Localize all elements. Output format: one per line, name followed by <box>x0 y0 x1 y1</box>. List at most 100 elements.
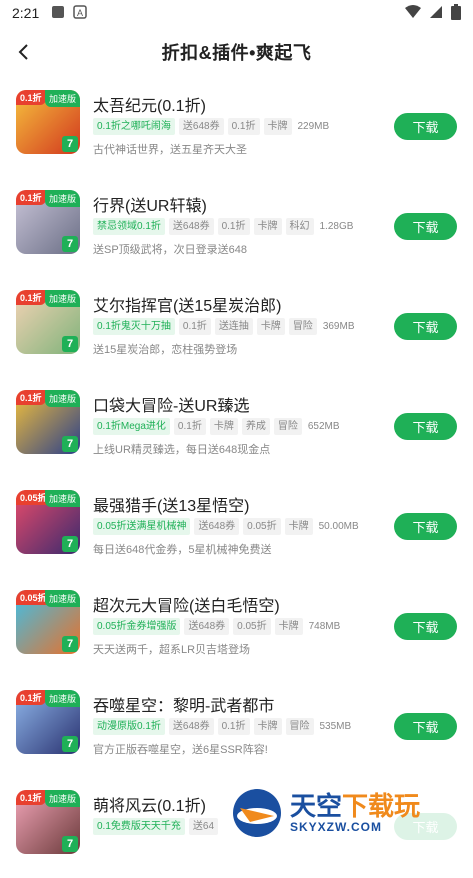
tag-row: 0.1折Mega进化 0.1折 卡牌 养成 冒险 652MB <box>93 418 340 435</box>
list-item[interactable]: 0.05折 加速版 7 超次元大冒险(送白毛悟空) 0.05折金券增强版 送648… <box>0 578 473 678</box>
tag: 送连抽 <box>214 318 253 335</box>
speed-badge: 加速版 <box>44 690 80 707</box>
file-size: 748MB <box>308 621 341 632</box>
game-icon[interactable]: 0.1折 加速版 7 <box>16 690 80 754</box>
feature-tag: 0.1折Mega进化 <box>93 418 170 435</box>
tag: 0.1折 <box>217 218 250 235</box>
game-name[interactable]: 最强猎手(送13星悟空) <box>93 492 249 516</box>
feature-tag: 0.1折鬼灭十万抽 <box>93 318 175 335</box>
site-logo-icon <box>233 789 281 837</box>
download-button[interactable]: 下载 <box>394 113 457 140</box>
list-item[interactable]: 0.1折 加速版 7 太吾纪元(0.1折) 0.1折之哪吒闹海 送648券 0.1折… <box>0 78 473 178</box>
tag: 卡牌 <box>253 718 282 735</box>
feature-tag: 0.05折金券增强版 <box>93 618 181 635</box>
status-bar: 2:21 A <box>0 0 473 26</box>
tag: 0.05折 <box>233 618 271 635</box>
download-button[interactable]: 下载 <box>394 213 457 240</box>
file-size: 652MB <box>307 421 340 432</box>
game-name[interactable]: 超次元大冒险(送白毛悟空) <box>93 592 280 616</box>
game-name[interactable]: 萌将风云(0.1折) <box>93 792 206 816</box>
status-time: 2:21 <box>12 5 40 21</box>
tag: 送648券 <box>184 618 230 635</box>
notification-square-icon <box>51 5 65 22</box>
tag-row: 动漫原版0.1折 送648券 0.1折 卡牌 冒险 535MB <box>93 718 351 735</box>
badge-7-icon: 7 <box>62 536 78 552</box>
tag: 送64 <box>188 818 219 835</box>
game-icon[interactable]: 0.05折 加速版 7 <box>16 590 80 654</box>
feature-tag: 0.05折送满星机械神 <box>93 518 191 535</box>
list-item[interactable]: 0.1折 加速版 7 艾尔指挥官(送15星炭治郎) 0.1折鬼灭十万抽 0.1折送… <box>0 278 473 378</box>
list-item[interactable]: 0.1折 加速版 7 吞噬星空：黎明-武者都市 动漫原版0.1折 送648券 0.1… <box>0 678 473 778</box>
list-item[interactable]: 0.1折 加速版 7 行界(送UR轩辕) 禁忌领域0.1折 送648券 0.1折 卡牌… <box>0 178 473 278</box>
page-title: 折扣&插件•爽起飞 <box>161 43 312 63</box>
tag-row: 0.05折送满星机械神 送648券 0.05折 卡牌 50.00MB <box>93 518 359 535</box>
list-item[interactable]: 0.05折 加速版 7 最强猎手(送13星悟空) 0.05折送满星机械神 送648… <box>0 478 473 578</box>
tag: 0.1折 <box>217 718 250 735</box>
tag: 送648券 <box>168 218 214 235</box>
download-button[interactable]: 下载 <box>394 313 457 340</box>
game-icon[interactable]: 0.05折 加速版 7 <box>16 490 80 554</box>
tag: 0.05折 <box>243 518 281 535</box>
svg-text:A: A <box>77 8 83 18</box>
badge-7-icon: 7 <box>62 236 78 252</box>
tag: 卡牌 <box>253 218 282 235</box>
badge-7-icon: 7 <box>62 836 78 852</box>
discount-badge: 0.1折 <box>16 790 46 805</box>
game-icon[interactable]: 0.1折 加速版 7 <box>16 390 80 454</box>
file-size: 1.28GB <box>319 221 354 232</box>
tag-row: 0.1折鬼灭十万抽 0.1折 送连抽 卡牌 冒险 369MB <box>93 318 355 335</box>
tag: 送648券 <box>194 518 240 535</box>
tag: 0.1折 <box>227 118 260 135</box>
list-item[interactable]: 0.1折 加速版 7 口袋大冒险-送UR臻选 0.1折Mega进化 0.1折 卡牌养… <box>0 378 473 478</box>
signal-icon <box>429 5 443 22</box>
tag-row: 0.05折金券增强版 送648券 0.05折 卡牌 748MB <box>93 618 340 635</box>
battery-icon <box>451 3 461 23</box>
game-name[interactable]: 艾尔指挥官(送15星炭治郎) <box>93 292 281 316</box>
feature-tag: 0.1折之哪吒闹海 <box>93 118 175 135</box>
page-header: 折扣&插件•爽起飞 <box>0 26 473 78</box>
tag: 卡牌 <box>209 418 238 435</box>
discount-badge: 0.1折 <box>16 390 46 405</box>
tag: 送648券 <box>168 718 214 735</box>
speed-badge: 加速版 <box>44 290 80 307</box>
tag: 卡牌 <box>284 518 313 535</box>
game-name[interactable]: 口袋大冒险-送UR臻选 <box>93 392 249 416</box>
game-icon[interactable]: 0.1折 加速版 7 <box>16 290 80 354</box>
download-button[interactable]: 下载 <box>394 713 457 740</box>
tag: 冒险 <box>285 718 314 735</box>
game-description: 送SP顶级武将，次日登录送648 <box>93 244 248 256</box>
badge-7-icon: 7 <box>62 636 78 652</box>
file-size: 369MB <box>322 321 355 332</box>
game-name[interactable]: 行界(送UR轩辕) <box>93 192 207 216</box>
file-size: 229MB <box>297 121 330 132</box>
discount-badge: 0.1折 <box>16 690 46 705</box>
game-name[interactable]: 吞噬星空：黎明-武者都市 <box>93 692 274 716</box>
game-icon[interactable]: 0.1折 加速版 7 <box>16 790 80 854</box>
tag: 卡牌 <box>263 118 292 135</box>
speed-badge: 加速版 <box>44 190 80 207</box>
tag: 送648券 <box>178 118 224 135</box>
speed-badge: 加速版 <box>44 90 80 107</box>
wifi-icon <box>405 4 421 22</box>
download-button[interactable]: 下载 <box>394 413 457 440</box>
download-button[interactable]: 下载 <box>394 513 457 540</box>
game-list: 0.1折 加速版 7 太吾纪元(0.1折) 0.1折之哪吒闹海 送648券 0.1折… <box>0 78 473 878</box>
badge-7-icon: 7 <box>62 336 78 352</box>
feature-tag: 禁忌领域0.1折 <box>93 218 165 235</box>
speed-badge: 加速版 <box>44 590 80 607</box>
feature-tag: 动漫原版0.1折 <box>93 718 165 735</box>
speed-badge: 加速版 <box>44 790 80 807</box>
watermark: 天空下载玩 SKYXZW.COM <box>230 784 473 842</box>
game-icon[interactable]: 0.1折 加速版 7 <box>16 190 80 254</box>
chevron-left-icon <box>18 44 28 60</box>
badge-7-icon: 7 <box>62 136 78 152</box>
game-description: 每日送648代金券，5星机械神免费送 <box>93 544 272 556</box>
back-button[interactable] <box>10 38 38 66</box>
download-button[interactable]: 下载 <box>394 613 457 640</box>
tag: 冒险 <box>288 318 317 335</box>
notification-a-icon: A <box>73 4 87 22</box>
file-size <box>222 818 224 835</box>
tag: 0.1折 <box>178 318 211 335</box>
game-icon[interactable]: 0.1折 加速版 7 <box>16 90 80 154</box>
game-name[interactable]: 太吾纪元(0.1折) <box>93 92 206 116</box>
